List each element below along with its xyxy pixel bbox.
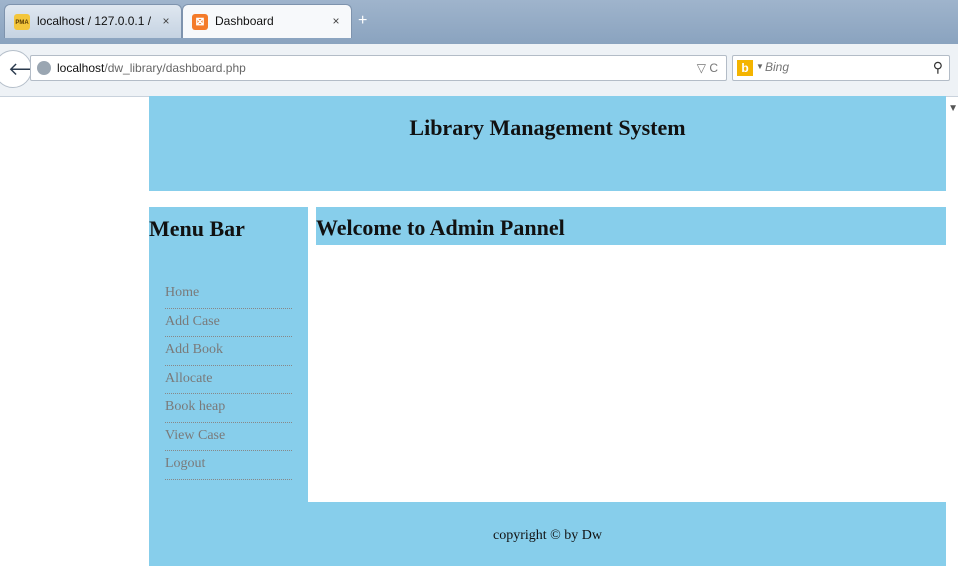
menu-link-logout[interactable]: Logout bbox=[165, 451, 292, 477]
browser-tabstrip: PMA localhost / 127.0.0.1 / librar... × … bbox=[0, 0, 958, 44]
url-path: /dw_library/dashboard.php bbox=[104, 61, 246, 75]
sidebar-item-add-case: Add Case bbox=[165, 309, 292, 337]
copyright-text: copyright © by Dw bbox=[492, 528, 602, 543]
tab-title: Dashboard bbox=[215, 14, 274, 28]
menu-link-allocate[interactable]: Allocate bbox=[165, 366, 292, 392]
sidebar-item-book-heap: Book heap bbox=[165, 394, 292, 423]
search-icon[interactable]: ⚲ bbox=[933, 59, 943, 76]
search-bar[interactable]: b ▼ ⚲ bbox=[732, 55, 950, 81]
search-input[interactable] bbox=[765, 60, 915, 74]
sidebar-item-logout: Logout bbox=[165, 451, 292, 480]
tab-dashboard[interactable]: ⊠ Dashboard × bbox=[182, 4, 352, 38]
tab-title: localhost / 127.0.0.1 / librar... bbox=[37, 14, 155, 28]
globe-icon bbox=[37, 61, 51, 75]
tab-phpmyadmin[interactable]: PMA localhost / 127.0.0.1 / librar... × bbox=[4, 4, 182, 38]
welcome-heading: Welcome to Admin Pannel bbox=[316, 215, 565, 240]
sidebar-item-view-case: View Case bbox=[165, 423, 292, 451]
phpmyadmin-icon: PMA bbox=[14, 14, 30, 30]
url-host: localhost bbox=[57, 61, 105, 75]
menu-link-add-book[interactable]: Add Book bbox=[165, 337, 292, 363]
new-tab-button[interactable]: + bbox=[358, 12, 367, 30]
sidebar-item-home: Home bbox=[165, 280, 292, 309]
sidebar-item-add-book: Add Book bbox=[165, 337, 292, 366]
page-footer: copyright © by Dw bbox=[149, 502, 946, 566]
chevron-down-icon[interactable]: ▼ bbox=[756, 62, 764, 71]
url-text: localhost/dw_library/dashboard.php bbox=[57, 61, 246, 75]
welcome-banner: Welcome to Admin Pannel bbox=[316, 207, 946, 245]
sidebar-title: Menu Bar bbox=[149, 216, 245, 241]
menu-link-book-heap[interactable]: Book heap bbox=[165, 394, 292, 420]
reload-icon[interactable]: ▽ C bbox=[697, 61, 718, 75]
back-button[interactable]: 🡐 bbox=[0, 50, 56, 88]
bing-icon[interactable]: b bbox=[737, 60, 753, 76]
navigation-toolbar: 🡐 localhost/dw_library/dashboard.php ▽ C… bbox=[0, 44, 958, 114]
menu-link-view-case[interactable]: View Case bbox=[165, 423, 292, 449]
sidebar-item-allocate: Allocate bbox=[165, 366, 292, 394]
page-title: Library Management System bbox=[409, 115, 686, 140]
close-icon[interactable]: × bbox=[331, 14, 341, 28]
address-bar[interactable]: localhost/dw_library/dashboard.php ▽ C bbox=[30, 55, 727, 81]
overflow-chevron-icon[interactable]: ▼ bbox=[948, 103, 958, 114]
menu-link-home[interactable]: Home bbox=[165, 280, 292, 306]
page-header: Library Management System bbox=[149, 96, 946, 191]
xampp-icon: ⊠ bbox=[192, 14, 208, 30]
close-icon[interactable]: × bbox=[161, 14, 171, 28]
sidebar-menu: Home Add Case Add Book Allocate Book hea… bbox=[165, 280, 292, 480]
menu-link-add-case[interactable]: Add Case bbox=[165, 309, 292, 335]
sidebar: Menu Bar Home Add Case Add Book Allocate… bbox=[149, 207, 308, 502]
